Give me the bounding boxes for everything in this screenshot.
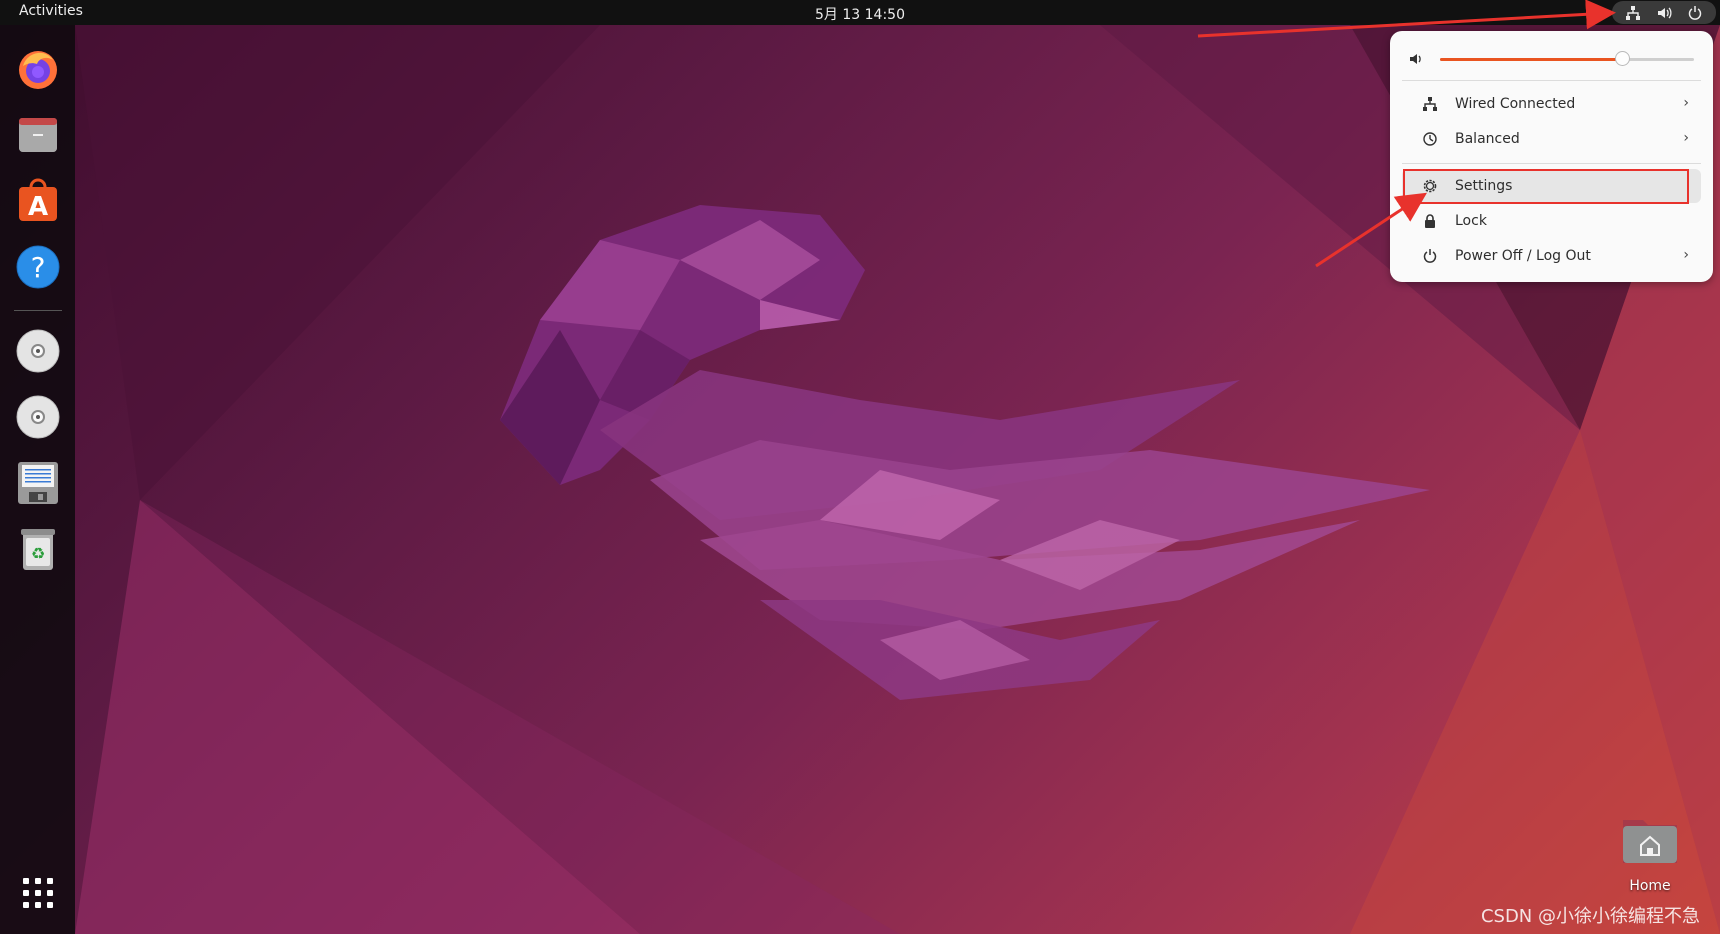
files-icon [19,118,57,152]
volume-row [1408,46,1698,72]
optical-disc-icon [16,329,60,373]
volume-slider-knob[interactable] [1614,51,1630,66]
menu-separator [1402,80,1701,81]
dock: A ? ♻ [0,25,75,934]
system-menu: Wired Connected › Balanced › Settings Lo… [1390,31,1713,282]
activities-button[interactable]: Activities [19,3,83,19]
firefox-icon [19,51,57,89]
power-profile-icon [1420,131,1440,147]
show-applications-button[interactable] [12,867,64,919]
top-bar: Activities 5月 13 14:50 [0,0,1720,25]
chevron-right-icon: › [1683,95,1689,111]
svg-text:A: A [28,192,48,222]
menu-separator [1402,163,1701,164]
home-folder-icon [1623,820,1677,863]
optical-disc-icon [16,395,60,439]
gear-icon [1420,178,1440,194]
power-icon [1687,5,1703,21]
jellyfish-artwork [500,205,1430,700]
menu-item-label: Lock [1455,213,1487,229]
watermark: CSDN @小徐小徐编程不急 [1480,906,1700,927]
dock-separator [14,310,62,311]
clock-datetime[interactable]: 5月 13 14:50 [815,7,905,23]
menu-item-settings[interactable]: Settings [1402,169,1701,203]
dock-item-files[interactable] [12,109,64,161]
menu-item-label: Wired Connected [1455,96,1576,112]
volume-icon [1656,5,1672,21]
chevron-right-icon: › [1683,130,1689,146]
desktop-home-folder[interactable]: Home [1612,812,1688,894]
volume-slider-fill [1440,58,1623,61]
volume-slider[interactable] [1440,51,1694,66]
dock-item-trash[interactable]: ♻ [12,523,64,575]
menu-item-label: Power Off / Log Out [1455,248,1591,264]
menu-item-wired-connected[interactable]: Wired Connected › [1402,87,1701,121]
volume-icon [1408,51,1424,71]
software-center-icon: A [19,178,57,222]
svg-text:♻: ♻ [31,544,45,563]
menu-item-lock[interactable]: Lock [1402,204,1701,238]
dock-item-help[interactable]: ? [12,241,64,293]
lock-icon [1420,213,1440,229]
power-icon [1420,248,1440,264]
desktop-home-label: Home [1629,878,1671,894]
menu-item-power-off[interactable]: Power Off / Log Out › [1402,239,1701,273]
app-grid-icon [23,878,53,908]
network-wired-icon [1625,5,1641,21]
help-icon: ? [16,245,60,289]
dock-item-firefox[interactable] [12,43,64,95]
menu-item-label: Balanced [1455,131,1520,147]
menu-item-power-profile[interactable]: Balanced › [1402,122,1701,156]
dock-item-disc-1[interactable] [12,325,64,377]
floppy-icon [18,462,58,504]
svg-text:?: ? [31,251,46,284]
trash-icon: ♻ [21,529,55,570]
dock-item-disc-2[interactable] [12,391,64,443]
dock-item-floppy[interactable] [12,457,64,509]
menu-item-label: Settings [1455,178,1513,194]
dock-item-software[interactable]: A [12,175,64,227]
network-wired-icon [1420,96,1440,112]
chevron-right-icon: › [1683,247,1689,263]
system-tray[interactable] [1612,1,1716,24]
